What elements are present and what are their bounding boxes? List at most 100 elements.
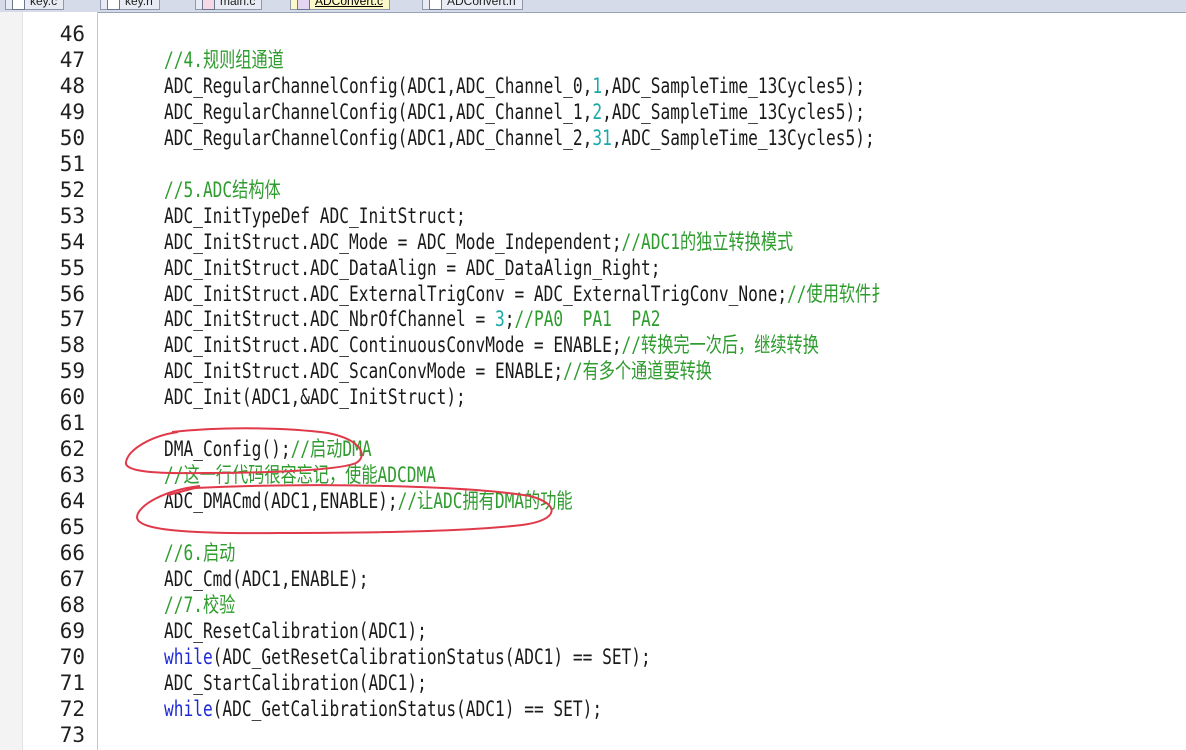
code-line[interactable]: while(ADC_GetResetCalibrationStatus(ADC1… <box>164 644 651 670</box>
line-number: 49 <box>59 99 85 124</box>
code-number: 2 <box>592 99 603 124</box>
file-icon <box>297 0 310 10</box>
code-line[interactable]: while(ADC_GetCalibrationStatus(ADC1) == … <box>164 696 602 722</box>
file-tab-bar: key.c key.h main.c ADConvert.c ADConvert… <box>0 0 1186 13</box>
line-number: 69 <box>59 618 85 643</box>
code-line[interactable]: ADC_DMACmd(ADC1,ENABLE);//让ADC拥有DMA的功能 <box>164 488 573 514</box>
code-comment: //6.启动 <box>164 541 236 565</box>
code-line[interactable]: //7.校验 <box>164 592 235 618</box>
line-number: 72 <box>59 696 85 721</box>
line-number-gutter: 46 47 48 49 50 51 52 53 54 55 56 57 58 59 60 61 62 63 64 65… <box>0 12 98 750</box>
code-token: ,ADC_SampleTime_13Cycles5); <box>602 73 865 98</box>
code-token: ADC_InitStruct.ADC_DataAlign = ADC_DataA… <box>164 255 661 280</box>
line-number: 48 <box>59 73 85 98</box>
code-token: ,ADC_SampleTime_13Cycles5); <box>602 99 865 124</box>
line-number: 52 <box>59 177 85 202</box>
line-number: 56 <box>59 281 85 306</box>
code-token: ADC_ResetCalibration(ADC1); <box>164 618 427 643</box>
file-icon <box>429 0 442 10</box>
code-comment: //让ADC拥有DMA的功能 <box>397 489 573 514</box>
line-number: 63 <box>59 463 85 488</box>
code-line[interactable]: ADC_RegularChannelConfig(ADC1,ADC_Channe… <box>164 125 875 151</box>
line-number: 67 <box>59 566 85 591</box>
code-token: ADC_DMACmd(ADC1,ENABLE); <box>164 489 398 514</box>
line-number: 70 <box>59 644 85 669</box>
file-icon <box>107 0 120 10</box>
code-token: ADC_InitStruct.ADC_Mode = ADC_Mode_Indep… <box>164 229 622 254</box>
line-number: 50 <box>59 125 85 150</box>
tab-key-h[interactable]: key.h <box>100 0 160 10</box>
line-number: 53 <box>59 203 85 228</box>
code-number: 31 <box>592 125 612 150</box>
line-number: 60 <box>59 385 85 410</box>
code-line[interactable]: ADC_Init(ADC1,&ADC_InitStruct); <box>164 384 466 410</box>
line-number: 47 <box>59 47 85 72</box>
code-line[interactable]: ADC_Cmd(ADC1,ENABLE); <box>164 566 368 592</box>
line-number: 57 <box>59 307 85 332</box>
code-comment: //7.校验 <box>164 592 236 617</box>
tab-label: key.c <box>30 0 58 8</box>
code-line[interactable]: ADC_InitTypeDef ADC_InitStruct; <box>164 203 466 229</box>
code-line[interactable]: ADC_InitStruct.ADC_Mode = ADC_Mode_Indep… <box>164 229 793 255</box>
tab-label: key.h <box>125 0 153 8</box>
code-comment: //PA0 PA1 PA2 <box>514 307 661 332</box>
code-comment: //使用软件扌 <box>787 281 888 306</box>
tab-label: main.c <box>220 0 256 8</box>
line-number: 55 <box>59 255 85 280</box>
line-number: 54 <box>59 229 85 254</box>
line-number: 66 <box>59 541 85 565</box>
code-comment: //转换完一次后，继续转换 <box>621 333 819 358</box>
code-line[interactable]: ADC_InitStruct.ADC_ContinuousConvMode = … <box>164 332 819 358</box>
tab-key-c[interactable]: key.c <box>5 0 65 10</box>
code-line[interactable]: ADC_InitStruct.ADC_NbrOfChannel = 3;//PA… <box>164 306 661 332</box>
code-keyword: while <box>164 644 213 669</box>
code-token: ADC_RegularChannelConfig(ADC1,ADC_Channe… <box>164 125 593 150</box>
code-line[interactable]: ADC_RegularChannelConfig(ADC1,ADC_Channe… <box>164 73 865 99</box>
code-line[interactable]: ADC_StartCalibration(ADC1); <box>164 670 427 696</box>
tab-adconvert-h[interactable]: ADConvert.h <box>422 0 523 10</box>
file-icon <box>202 0 215 10</box>
code-comment: //有多个通道要转换 <box>563 359 712 384</box>
line-number: 59 <box>59 359 85 384</box>
code-token: ADC_InitStruct.ADC_ScanConvMode = ENABLE… <box>164 359 564 384</box>
code-line[interactable]: //这一行代码很容忘记，使能ADCDMA <box>164 462 436 488</box>
line-number: 71 <box>59 670 85 695</box>
code-token: ; <box>504 307 515 332</box>
code-number: 3 <box>495 307 505 332</box>
file-icon <box>12 0 25 10</box>
line-number: 64 <box>59 489 85 514</box>
code-line[interactable]: ADC_ResetCalibration(ADC1); <box>164 618 427 644</box>
line-number: 46 <box>59 22 85 46</box>
code-line[interactable]: ADC_InitStruct.ADC_DataAlign = ADC_DataA… <box>164 255 660 281</box>
code-comment: //ADC1的独立转换模式 <box>621 229 794 254</box>
line-number: 61 <box>59 411 85 436</box>
code-token: (ADC_GetCalibrationStatus(ADC1) == SET); <box>212 696 603 721</box>
code-token: ADC_StartCalibration(ADC1); <box>164 670 427 695</box>
line-number: 73 <box>59 722 85 747</box>
code-number: 1 <box>592 73 603 98</box>
code-line[interactable]: ADC_InitStruct.ADC_ScanConvMode = ENABLE… <box>164 358 712 384</box>
code-comment: //这一行代码很容忘记，使能ADCDMA <box>164 463 436 488</box>
code-line[interactable]: DMA_Config();//启动DMA <box>164 436 372 462</box>
line-number: 65 <box>59 515 85 540</box>
code-line[interactable]: //4.规则组通道 <box>164 47 284 73</box>
tab-main-c[interactable]: main.c <box>195 0 263 10</box>
tab-label: ADConvert.h <box>447 0 516 8</box>
line-number: 68 <box>59 592 85 617</box>
line-number: 62 <box>59 437 85 462</box>
code-line[interactable]: ADC_RegularChannelConfig(ADC1,ADC_Channe… <box>164 99 865 125</box>
code-token: ADC_Init(ADC1,&ADC_InitStruct); <box>164 385 466 410</box>
code-comment: //4.规则组通道 <box>164 47 284 72</box>
code-line[interactable]: //6.启动 <box>164 540 235 566</box>
code-token: ADC_InitStruct.ADC_NbrOfChannel = <box>164 307 496 332</box>
code-line[interactable]: //5.ADC结构体 <box>164 177 281 203</box>
code-token: DMA_Config(); <box>164 437 291 462</box>
code-token: ADC_RegularChannelConfig(ADC1,ADC_Channe… <box>164 73 593 98</box>
tab-adconvert-c[interactable]: ADConvert.c <box>290 0 391 10</box>
code-token: (ADC_GetResetCalibrationStatus(ADC1) == … <box>212 644 651 669</box>
code-keyword: while <box>164 696 213 721</box>
breakpoint-margin[interactable] <box>0 12 23 750</box>
tab-label: ADConvert.c <box>315 0 384 8</box>
code-token: ADC_Cmd(ADC1,ENABLE); <box>164 566 369 591</box>
code-line[interactable]: ADC_InitStruct.ADC_ExternalTrigConv = AD… <box>164 281 887 307</box>
